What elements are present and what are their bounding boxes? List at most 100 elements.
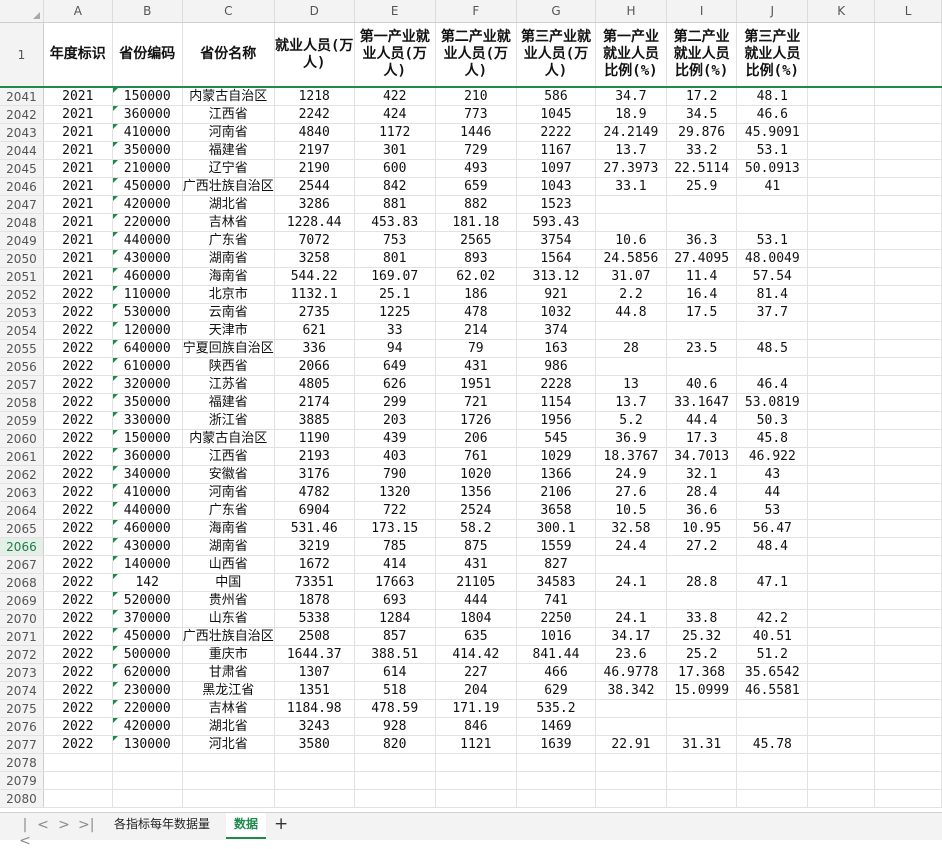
cell[interactable]: 444: [435, 591, 517, 610]
cell[interactable]: 431: [435, 555, 517, 574]
cell[interactable]: [736, 789, 809, 808]
cell[interactable]: [874, 645, 942, 664]
header-cell[interactable]: 第二产业就业人员比例(%): [666, 22, 738, 88]
cell[interactable]: [874, 717, 942, 736]
header-cell[interactable]: 第二产业就业人员(万人): [435, 22, 517, 88]
cell[interactable]: 2197: [274, 141, 355, 160]
cell[interactable]: [274, 789, 355, 808]
cell[interactable]: [807, 465, 876, 484]
cell[interactable]: 38.342: [595, 681, 667, 700]
cell[interactable]: [807, 447, 876, 466]
cell[interactable]: 45.8: [736, 429, 809, 448]
cell[interactable]: 22.91: [595, 735, 667, 754]
cell[interactable]: 81.4: [736, 285, 809, 304]
cell[interactable]: [736, 753, 809, 772]
cell[interactable]: 893: [435, 249, 517, 268]
cell[interactable]: 986: [516, 357, 597, 376]
cell[interactable]: 1225: [354, 303, 436, 322]
first-sheet-icon[interactable]: |<: [18, 817, 32, 849]
cell[interactable]: 220000: [112, 699, 183, 718]
tab-indicator-count[interactable]: 各指标每年数据量: [106, 813, 218, 837]
cell[interactable]: 1356: [435, 483, 517, 502]
cell[interactable]: [874, 771, 942, 790]
cell[interactable]: 吉林省: [182, 213, 275, 232]
cell[interactable]: 41: [736, 177, 809, 196]
cell[interactable]: 73351: [274, 573, 355, 592]
row-number[interactable]: 2075: [0, 699, 44, 718]
cell[interactable]: 53.1: [736, 231, 809, 250]
cell[interactable]: [874, 609, 942, 628]
cell[interactable]: 422: [354, 87, 436, 106]
cell[interactable]: 云南省: [182, 303, 275, 322]
cell[interactable]: 620000: [112, 663, 183, 682]
cell[interactable]: [666, 321, 738, 340]
cell[interactable]: 629: [516, 681, 597, 700]
cell[interactable]: 693: [354, 591, 436, 610]
row-number[interactable]: 2067: [0, 555, 44, 574]
cell[interactable]: 江西省: [182, 105, 275, 124]
cell[interactable]: 2022: [43, 411, 113, 430]
cell[interactable]: [874, 303, 942, 322]
cell[interactable]: 海南省: [182, 267, 275, 286]
cell[interactable]: 27.4095: [666, 249, 738, 268]
cell[interactable]: 214: [435, 321, 517, 340]
cell[interactable]: 350000: [112, 141, 183, 160]
column-header-a[interactable]: A: [43, 0, 113, 23]
cell[interactable]: 2190: [274, 159, 355, 178]
cell[interactable]: 410000: [112, 123, 183, 142]
cell[interactable]: [807, 357, 876, 376]
cell[interactable]: 79: [435, 339, 517, 358]
cell[interactable]: [807, 159, 876, 178]
cell[interactable]: [807, 699, 876, 718]
cell[interactable]: [516, 789, 597, 808]
cell[interactable]: 24.1: [595, 609, 667, 628]
cell[interactable]: 浙江省: [182, 411, 275, 430]
cell[interactable]: 2022: [43, 285, 113, 304]
cell[interactable]: 881: [354, 195, 436, 214]
cell[interactable]: 46.5581: [736, 681, 809, 700]
cell[interactable]: 761: [435, 447, 517, 466]
cell[interactable]: 2022: [43, 681, 113, 700]
header-cell[interactable]: 第一产业就业人员(万人): [354, 22, 436, 88]
cell[interactable]: 374: [516, 321, 597, 340]
cell[interactable]: 460000: [112, 267, 183, 286]
cell[interactable]: 1672: [274, 555, 355, 574]
cell[interactable]: 23.6: [595, 645, 667, 664]
cell[interactable]: 广西壮族自治区: [182, 627, 275, 646]
cell[interactable]: 45.9091: [736, 123, 809, 142]
cell[interactable]: 773: [435, 105, 517, 124]
cell[interactable]: [807, 501, 876, 520]
cell[interactable]: 424: [354, 105, 436, 124]
cell[interactable]: [666, 699, 738, 718]
cell[interactable]: [807, 627, 876, 646]
cell[interactable]: 857: [354, 627, 436, 646]
cell[interactable]: 1320: [354, 483, 436, 502]
header-cell[interactable]: 第三产业就业人员比例(%): [736, 22, 809, 88]
cell[interactable]: [874, 447, 942, 466]
cell[interactable]: 753: [354, 231, 436, 250]
cell[interactable]: 169.07: [354, 267, 436, 286]
row-number[interactable]: 2077: [0, 735, 44, 754]
cell[interactable]: [736, 555, 809, 574]
cell[interactable]: 440000: [112, 501, 183, 520]
cell[interactable]: 5338: [274, 609, 355, 628]
cell[interactable]: [666, 753, 738, 772]
cell[interactable]: 河北省: [182, 735, 275, 754]
cell[interactable]: 17663: [354, 573, 436, 592]
cell[interactable]: 福建省: [182, 393, 275, 412]
cell[interactable]: 31.31: [666, 735, 738, 754]
cell[interactable]: 3176: [274, 465, 355, 484]
cell[interactable]: 河南省: [182, 123, 275, 142]
cell[interactable]: 414: [354, 555, 436, 574]
cell[interactable]: 142: [112, 573, 183, 592]
cell[interactable]: 430000: [112, 537, 183, 556]
cell[interactable]: 2022: [43, 321, 113, 340]
cell[interactable]: 34.7013: [666, 447, 738, 466]
cell[interactable]: [736, 699, 809, 718]
cell[interactable]: 2022: [43, 339, 113, 358]
cell[interactable]: 3658: [516, 501, 597, 520]
column-header-k[interactable]: K: [807, 0, 876, 23]
add-sheet-icon[interactable]: +: [274, 814, 288, 834]
cell[interactable]: 18.9: [595, 105, 667, 124]
cell[interactable]: 中国: [182, 573, 275, 592]
